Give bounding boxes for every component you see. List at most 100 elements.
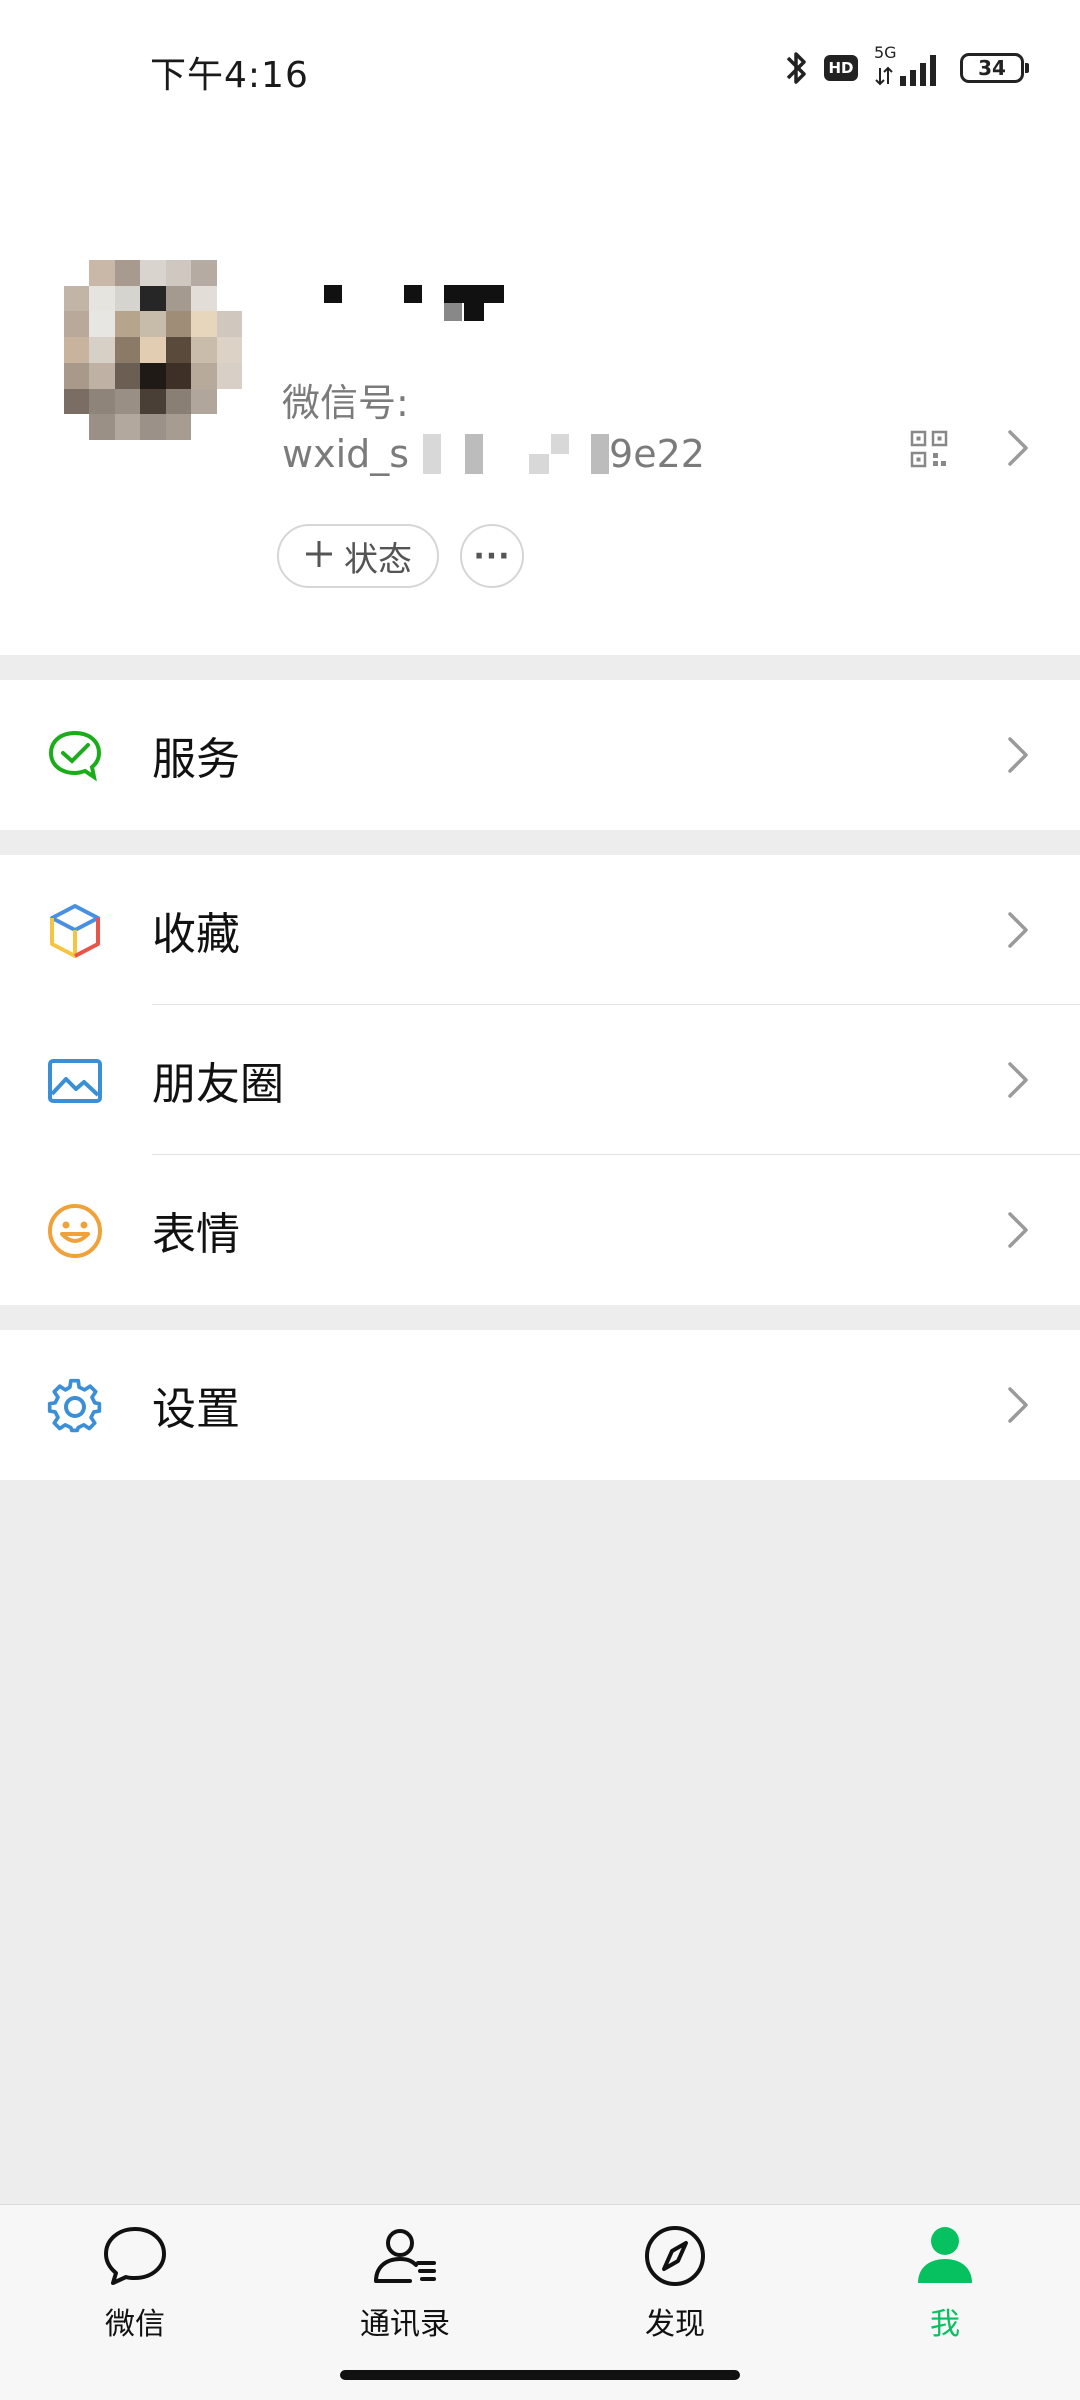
avatar[interactable] xyxy=(64,260,242,440)
menu-item-stickers[interactable]: 表情 xyxy=(0,1155,1080,1305)
more-button[interactable]: ··· xyxy=(460,524,524,588)
avatar-pixel xyxy=(216,260,242,286)
status-chip-label: 状态 xyxy=(344,539,412,580)
stickers-label: 表情 xyxy=(152,1209,240,1260)
tab-me[interactable]: 我 xyxy=(845,2221,1045,2343)
profile-header[interactable]: 微信号: wxid_s 9e22 状态 ··· xyxy=(0,140,1080,655)
svg-text:5G: 5G xyxy=(874,44,897,62)
avatar-pixel xyxy=(114,337,141,363)
avatar-pixel xyxy=(216,285,242,312)
avatar-pixel xyxy=(165,285,192,312)
status-bar: 下午4:16 HD 5G 34 xyxy=(0,0,1080,140)
wechat-id-prefix: wxid_s xyxy=(282,432,410,476)
menu-group-services: 服务 xyxy=(0,680,1080,830)
gear-icon xyxy=(46,1377,104,1435)
avatar-pixel xyxy=(165,414,192,440)
avatar-pixel xyxy=(64,260,90,286)
menu-item-favorites[interactable]: 收藏 xyxy=(0,855,1080,1005)
hd-badge: HD xyxy=(824,55,858,81)
avatar-pixel xyxy=(114,414,141,440)
avatar-pixel xyxy=(140,260,166,286)
avatar-pixel xyxy=(114,311,141,338)
picture-icon xyxy=(46,1052,104,1110)
tab-contacts[interactable]: 通讯录 xyxy=(305,2221,505,2343)
compass-icon xyxy=(640,2221,710,2291)
avatar-pixel xyxy=(165,388,192,415)
avatar-pixel xyxy=(165,260,192,286)
avatar-pixel xyxy=(216,311,242,338)
avatar-pixel xyxy=(64,414,90,440)
avatar-pixel xyxy=(191,337,217,363)
avatar-pixel xyxy=(114,362,141,389)
redaction xyxy=(591,434,610,474)
wechat-id-label: 微信号: xyxy=(282,381,409,425)
services-icon xyxy=(46,727,104,785)
moments-label: 朋友圈 xyxy=(152,1059,284,1110)
home-indicator[interactable] xyxy=(340,2370,740,2380)
add-status-button[interactable]: 状态 xyxy=(277,524,439,588)
tab-me-label: 我 xyxy=(930,2307,960,2342)
avatar-pixel xyxy=(89,285,115,312)
redaction xyxy=(465,434,484,474)
avatar-pixel xyxy=(64,337,90,363)
avatar-pixel xyxy=(89,311,115,338)
avatar-pixel xyxy=(89,362,115,389)
services-label: 服务 xyxy=(152,734,240,785)
avatar-pixel xyxy=(216,388,242,415)
redaction xyxy=(529,454,550,474)
avatar-pixel xyxy=(191,260,217,286)
avatar-pixel xyxy=(191,388,217,415)
tab-chats[interactable]: 微信 xyxy=(35,2221,235,2343)
menu-group-settings: 设置 xyxy=(0,1330,1080,1480)
cube-icon xyxy=(46,902,104,960)
smiley-icon xyxy=(46,1202,104,1260)
avatar-pixel xyxy=(114,260,141,286)
avatar-pixel xyxy=(89,260,115,286)
more-icon: ··· xyxy=(473,538,511,574)
chevron-right-icon xyxy=(1004,910,1032,954)
status-icons: HD 5G 34 xyxy=(784,43,1029,92)
tab-discover-label: 发现 xyxy=(645,2307,705,2342)
redaction xyxy=(423,434,442,474)
avatar-pixel xyxy=(89,388,115,415)
avatar-pixel xyxy=(64,362,90,389)
battery-icon: 34 xyxy=(960,53,1029,83)
avatar-pixel xyxy=(216,337,242,363)
avatar-pixel xyxy=(64,285,90,312)
bluetooth-icon xyxy=(784,48,808,88)
avatar-pixel xyxy=(114,388,141,415)
avatar-pixel xyxy=(64,311,90,338)
menu-item-moments[interactable]: 朋友圈 xyxy=(0,1005,1080,1155)
chevron-right-icon xyxy=(1004,735,1032,779)
avatar-pixel xyxy=(165,311,192,338)
tab-contacts-label: 通讯录 xyxy=(360,2307,450,2342)
tab-chats-label: 微信 xyxy=(105,2307,165,2342)
qr-code-icon[interactable] xyxy=(910,430,948,468)
avatar-pixel xyxy=(216,414,242,440)
chevron-right-icon xyxy=(1004,1210,1032,1254)
avatar-pixel xyxy=(64,388,90,415)
contacts-icon xyxy=(370,2221,440,2291)
chat-bubble-icon xyxy=(100,2221,170,2291)
avatar-pixel xyxy=(191,414,217,440)
signal-icon: 5G xyxy=(874,43,944,92)
redaction xyxy=(551,434,570,454)
avatar-pixel xyxy=(140,337,166,363)
wechat-id-suffix: 9e22 xyxy=(609,432,705,476)
wechat-id: wxid_s 9e22 xyxy=(282,432,705,476)
tab-discover[interactable]: 发现 xyxy=(575,2221,775,2343)
avatar-pixel xyxy=(191,311,217,338)
avatar-pixel xyxy=(140,388,166,415)
avatar-pixel xyxy=(165,362,192,389)
avatar-pixel xyxy=(191,362,217,389)
avatar-pixel xyxy=(114,285,141,312)
avatar-pixel xyxy=(216,362,242,389)
avatar-pixel xyxy=(165,337,192,363)
chevron-right-icon[interactable] xyxy=(1004,428,1032,472)
menu-item-settings[interactable]: 设置 xyxy=(0,1330,1080,1480)
plus-icon xyxy=(304,536,334,576)
menu-item-services[interactable]: 服务 xyxy=(0,680,1080,830)
settings-label: 设置 xyxy=(152,1384,240,1435)
person-icon xyxy=(910,2221,980,2291)
chevron-right-icon xyxy=(1004,1060,1032,1104)
